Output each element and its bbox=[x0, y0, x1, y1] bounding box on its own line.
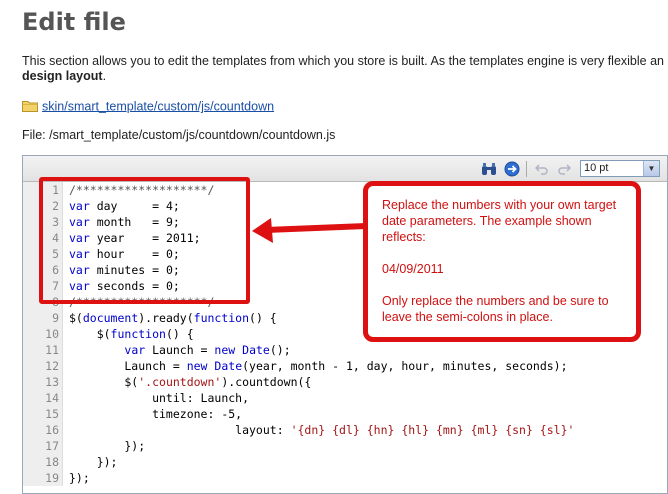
code-text[interactable]: }); bbox=[69, 454, 118, 470]
code-line[interactable]: 15 timezone: -5, bbox=[23, 406, 667, 422]
goto-icon[interactable] bbox=[503, 160, 521, 178]
description-period: . bbox=[102, 69, 107, 83]
callout-warning: Only replace the numbers and be sure to … bbox=[382, 294, 609, 324]
file-path: /smart_template/custom/js/countdown/coun… bbox=[49, 128, 336, 142]
code-line[interactable]: 19}); bbox=[23, 470, 667, 486]
line-number: 16 bbox=[23, 422, 63, 438]
design-layout-text: design layout bbox=[22, 69, 103, 83]
file-label-row: File: /smart_template/custom/js/countdow… bbox=[22, 128, 335, 142]
line-number: 19 bbox=[23, 470, 63, 486]
code-text[interactable]: until: Launch, bbox=[69, 390, 249, 406]
code-text[interactable]: }); bbox=[69, 438, 145, 454]
code-line[interactable]: 18 }); bbox=[23, 454, 667, 470]
code-text[interactable]: timezone: -5, bbox=[69, 406, 242, 422]
line-number: 14 bbox=[23, 390, 63, 406]
line-number: 13 bbox=[23, 374, 63, 390]
line-number: 11 bbox=[23, 342, 63, 358]
line-number: 17 bbox=[23, 438, 63, 454]
section-description: This section allows you to edit the temp… bbox=[22, 54, 668, 84]
annotation-callout: Replace the numbers with your own target… bbox=[363, 181, 641, 342]
page-title: Edit file bbox=[22, 8, 126, 36]
code-text[interactable]: }); bbox=[69, 470, 90, 486]
code-text[interactable]: $(function() { bbox=[69, 326, 194, 342]
highlight-box bbox=[39, 177, 250, 304]
binoculars-icon[interactable] bbox=[480, 160, 498, 178]
line-number: 10 bbox=[23, 326, 63, 342]
code-line[interactable]: 14 until: Launch, bbox=[23, 390, 667, 406]
directory-path-link[interactable]: skin/smart_template/custom/js/countdown bbox=[42, 99, 274, 113]
line-number: 18 bbox=[23, 454, 63, 470]
line-number: 9 bbox=[23, 310, 63, 326]
callout-instruction: Replace the numbers with your own target… bbox=[382, 198, 617, 244]
callout-date: 04/09/2011 bbox=[382, 262, 444, 276]
line-number: 15 bbox=[23, 406, 63, 422]
code-line[interactable]: 13 $('.countdown').countdown({ bbox=[23, 374, 667, 390]
breadcrumb: skin/smart_template/custom/js/countdown bbox=[22, 99, 274, 115]
code-text[interactable]: var Launch = new Date(); bbox=[69, 342, 290, 358]
font-size-select[interactable]: 10 pt ▼ bbox=[580, 160, 660, 177]
redo-icon[interactable] bbox=[555, 160, 573, 178]
undo-icon[interactable] bbox=[533, 160, 551, 178]
toolbar-separator bbox=[526, 161, 527, 177]
font-size-value: 10 pt bbox=[584, 162, 609, 174]
file-label: File: bbox=[22, 128, 50, 142]
code-text[interactable]: $('.countdown').countdown({ bbox=[69, 374, 311, 390]
code-text[interactable]: layout: '{dn} {dl} {hn} {hl} {mn} {ml} {… bbox=[69, 422, 574, 438]
code-line[interactable]: 11 var Launch = new Date(); bbox=[23, 342, 667, 358]
code-line[interactable]: 12 Launch = new Date(year, month - 1, da… bbox=[23, 358, 667, 374]
code-line[interactable]: 17 }); bbox=[23, 438, 667, 454]
code-line[interactable]: 16 layout: '{dn} {dl} {hn} {hl} {mn} {ml… bbox=[23, 422, 667, 438]
code-text[interactable]: Launch = new Date(year, month - 1, day, … bbox=[69, 358, 567, 374]
description-line-1: This section allows you to edit the temp… bbox=[22, 54, 664, 68]
line-number: 12 bbox=[23, 358, 63, 374]
folder-icon bbox=[22, 99, 38, 115]
code-text[interactable]: $(document).ready(function() { bbox=[69, 310, 277, 326]
chevron-down-icon[interactable]: ▼ bbox=[643, 161, 659, 176]
